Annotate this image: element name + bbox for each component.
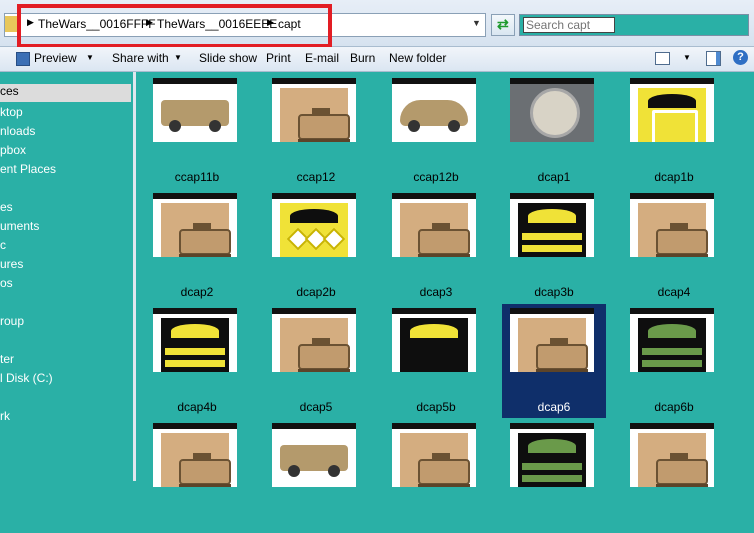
thumbnail (272, 308, 356, 372)
refresh-button[interactable]: ⇄ (491, 14, 515, 36)
thumbnail (510, 308, 594, 372)
nav-item[interactable]: roup (0, 314, 24, 332)
file-tile[interactable]: dcap4 (622, 189, 726, 303)
thumbnail (392, 78, 476, 142)
file-name: ccap11b (174, 170, 220, 184)
new-folder-button[interactable]: New folder (389, 51, 446, 65)
file-name: dcap6 (537, 400, 571, 414)
help-icon[interactable]: ? (733, 50, 748, 65)
thumbnail (153, 423, 237, 487)
file-name: dcap4 (657, 285, 691, 299)
refresh-icon: ⇄ (497, 16, 509, 32)
burn-button[interactable]: Burn (350, 51, 375, 65)
thumbnail (392, 193, 476, 257)
share-with-button[interactable]: Share with (112, 51, 169, 65)
thumbnail (272, 78, 356, 142)
nav-item[interactable]: ures (0, 257, 23, 275)
slide-show-button[interactable]: Slide show (199, 51, 257, 65)
nav-item[interactable]: l Disk (C:) (0, 371, 53, 389)
file-name: dcap4b (177, 400, 217, 414)
file-name: dcap2 (180, 285, 214, 299)
file-tile[interactable]: dcap4b (145, 304, 249, 418)
thumbnail (630, 78, 714, 142)
preview-button[interactable]: Preview (34, 51, 77, 65)
file-tile[interactable]: dcap2b (264, 189, 368, 303)
file-name: ccap12 (296, 170, 336, 184)
file-tile[interactable] (145, 419, 249, 533)
thumbnail (510, 423, 594, 487)
thumbnail (630, 308, 714, 372)
address-bar-row: ▶ TheWars__0016FFFF ▶ TheWars__0016EEEE … (0, 0, 754, 48)
file-name: dcap2b (296, 285, 336, 299)
file-tile[interactable]: ccap11b (145, 74, 249, 188)
nav-item[interactable]: ktop (0, 105, 23, 123)
file-name: dcap1b (654, 170, 694, 184)
thumbnail (630, 423, 714, 487)
chevron-down-icon[interactable]: ▼ (174, 53, 182, 62)
file-tile[interactable]: dcap1b (622, 74, 726, 188)
file-tile[interactable] (502, 419, 606, 533)
file-tile[interactable]: ccap12b (384, 74, 488, 188)
chevron-down-icon[interactable]: ▼ (86, 53, 94, 62)
file-tile[interactable] (264, 419, 368, 533)
preview-icon (16, 52, 30, 66)
file-tile[interactable]: dcap2 (145, 189, 249, 303)
thumbnail (510, 193, 594, 257)
chevron-down-icon[interactable]: ▼ (472, 18, 481, 28)
command-toolbar: Preview ▼ Share with ▼ Slide show Print … (0, 47, 754, 72)
file-tile[interactable]: ccap12 (264, 74, 368, 188)
file-name: dcap5b (416, 400, 456, 414)
email-button[interactable]: E-mail (305, 51, 339, 65)
navigation-pane[interactable]: ces ktop nloads pbox ent Places es ument… (0, 72, 136, 481)
thumbnail (392, 308, 476, 372)
search-box (519, 14, 749, 36)
nav-item[interactable]: os (0, 276, 13, 294)
nav-item[interactable]: c (0, 238, 6, 256)
nav-item[interactable]: ent Places (0, 162, 56, 180)
file-tile[interactable]: dcap5b (384, 304, 488, 418)
thumbnail (392, 423, 476, 487)
nav-item[interactable]: uments (0, 219, 39, 237)
thumbnail (153, 78, 237, 142)
nav-item[interactable]: ter (0, 352, 14, 370)
print-button[interactable]: Print (266, 51, 291, 65)
file-tile[interactable] (384, 419, 488, 533)
nav-item[interactable]: pbox (0, 143, 26, 161)
file-tile[interactable]: dcap6b (622, 304, 726, 418)
file-tile[interactable]: dcap3 (384, 189, 488, 303)
file-tile[interactable]: dcap3b (502, 189, 606, 303)
search-input[interactable] (523, 17, 615, 33)
file-name: dcap1 (537, 170, 571, 184)
thumbnail (153, 308, 237, 372)
file-name: dcap6b (654, 400, 694, 414)
nav-item[interactable]: nloads (0, 124, 35, 142)
thumbnail (510, 78, 594, 142)
file-tile[interactable] (622, 419, 726, 533)
file-name: dcap5 (299, 400, 333, 414)
file-tile[interactable]: dcap1 (502, 74, 606, 188)
file-tile[interactable]: dcap6 (502, 304, 606, 418)
file-name: dcap3b (534, 285, 574, 299)
thumbnail (153, 193, 237, 257)
preview-pane-icon[interactable] (706, 51, 721, 66)
thumbnail (630, 193, 714, 257)
file-tile[interactable]: dcap5 (264, 304, 368, 418)
thumbnail (272, 193, 356, 257)
views-icon[interactable] (655, 52, 670, 65)
highlight-annotation (17, 4, 332, 48)
nav-item[interactable]: es (0, 200, 13, 218)
nav-item[interactable]: ces (0, 84, 131, 102)
chevron-down-icon[interactable]: ▼ (683, 53, 691, 62)
thumbnail (272, 423, 356, 487)
file-name: ccap12b (413, 170, 459, 184)
file-list[interactable]: ccap11b ccap12 ccap12b dcap1 dcap1b dcap2 dcap… (137, 72, 754, 487)
file-name: dcap3 (419, 285, 453, 299)
nav-item[interactable]: rk (0, 409, 10, 427)
